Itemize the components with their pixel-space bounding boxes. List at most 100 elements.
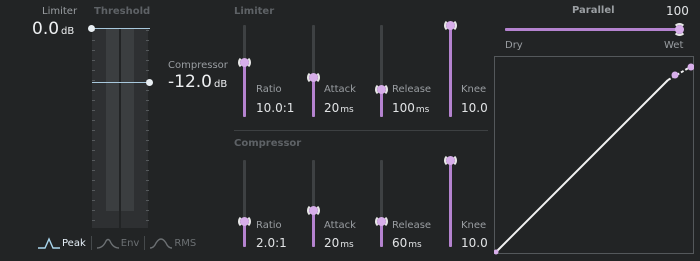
slider-value[interactable]: 60ms — [392, 236, 422, 250]
meter-tick — [92, 210, 95, 211]
meter-tick — [92, 170, 95, 171]
mode-env-label: Env — [120, 237, 140, 249]
transfer-curve-line — [494, 79, 669, 254]
limiter-threshold-label: Limiter — [42, 6, 78, 17]
limiter-threshold-value[interactable]: 0.0 dB — [32, 19, 74, 39]
meter-tick — [146, 170, 149, 171]
mode-peak-button[interactable]: Peak — [38, 237, 86, 249]
meter-tick — [146, 160, 149, 161]
limiter-threshold-number: 0.0 — [32, 19, 60, 39]
slider-value-number: 100 — [392, 101, 415, 115]
slider-value-unit: ms — [415, 105, 430, 115]
meter-tick — [146, 60, 149, 61]
compressor-section-title: Compressor — [234, 138, 302, 149]
slider-fill — [449, 25, 452, 117]
compressor-threshold-number: -12.0 — [168, 72, 212, 92]
slider-label: Ratio — [256, 220, 282, 231]
compressor-threshold-value[interactable]: -12.0 dB — [168, 72, 227, 92]
slider-value-number: 10.0 — [461, 101, 488, 115]
meter-tick — [146, 190, 149, 191]
slider-value-number: 10.0 — [461, 236, 488, 250]
slider-value[interactable]: 20ms — [324, 101, 354, 115]
meter-tick — [146, 50, 149, 51]
slider-handle[interactable] — [240, 216, 249, 226]
meter-tick — [146, 90, 149, 91]
meter-tick — [92, 160, 95, 161]
meter-tick — [146, 110, 149, 111]
meter-tick — [92, 70, 95, 71]
slider-fill — [449, 160, 452, 247]
slider-value[interactable]: 10.0:1 — [256, 101, 294, 115]
compressor-threshold-unit: dB — [214, 79, 228, 90]
slider-fill — [243, 61, 246, 117]
limiter-threshold-handle[interactable] — [88, 25, 95, 32]
meter-tick — [146, 120, 149, 121]
meter-tick — [146, 70, 149, 71]
compressor-threshold-label: Compressor — [168, 60, 228, 71]
meter-tick — [146, 150, 149, 151]
meter-tick — [146, 210, 149, 211]
slider-label: Knee — [461, 220, 487, 231]
meter-tick — [92, 110, 95, 111]
parallel-dry-label: Dry — [505, 40, 523, 51]
mode-rms-button[interactable]: RMS — [150, 237, 196, 249]
slider-label: Release — [392, 220, 432, 231]
slider-label: Release — [392, 84, 432, 95]
meter-tick — [92, 150, 95, 151]
parallel-handle[interactable] — [675, 25, 684, 34]
slider-handle[interactable] — [309, 205, 318, 215]
meter-tick — [92, 60, 95, 61]
slider-value-number: 20 — [324, 236, 340, 250]
meter-tick — [146, 140, 149, 141]
envelope-icon — [96, 238, 119, 249]
meter-tick — [146, 100, 149, 101]
mode-rms-label: RMS — [174, 237, 197, 249]
meter-tick — [92, 90, 95, 91]
meter-tick — [146, 40, 149, 41]
meter-tick — [92, 220, 95, 221]
parallel-value: 100 — [666, 4, 689, 18]
slider-handle[interactable] — [446, 21, 455, 30]
rms-icon — [150, 238, 173, 249]
section-divider — [234, 130, 488, 131]
meter-tick — [92, 120, 95, 121]
meter-tick — [146, 180, 149, 181]
meter-right-level — [121, 28, 134, 211]
slider-handle[interactable] — [240, 57, 249, 67]
meter-left-level — [106, 28, 119, 211]
compressor-threshold-handle[interactable] — [146, 79, 153, 86]
slider-value-unit: ms — [408, 240, 422, 250]
limiter-section-title: Limiter — [234, 6, 275, 17]
slider-value-number: 60 — [392, 236, 408, 250]
meter-tick — [92, 80, 95, 81]
meter-tick — [92, 50, 95, 51]
compressor-threshold-line[interactable] — [92, 82, 150, 83]
slider-label: Attack — [324, 220, 356, 231]
slider-value[interactable]: 2.0:1 — [256, 236, 287, 250]
slider-label: Ratio — [256, 84, 282, 95]
meter-tick — [146, 30, 149, 31]
mode-env-button[interactable]: Env — [96, 237, 140, 249]
slider-handle[interactable] — [446, 156, 455, 165]
meter-tick — [92, 200, 95, 201]
mode-peak-label: Peak — [62, 237, 86, 249]
meter-tick — [146, 220, 149, 221]
limiter-knee-point[interactable] — [687, 63, 695, 71]
meter-tick — [146, 130, 149, 131]
mode-divider — [144, 236, 146, 250]
limiter-threshold-unit: dB — [61, 26, 75, 37]
parallel-fill — [505, 28, 679, 31]
slider-value-number: 2.0:1 — [256, 236, 287, 250]
slider-value[interactable]: 100ms — [392, 101, 429, 115]
slider-value[interactable]: 10.0 — [461, 101, 488, 115]
limiter-threshold-line[interactable] — [92, 28, 150, 29]
compressor-knee-point[interactable] — [671, 71, 679, 79]
slider-value[interactable]: 10.0 — [461, 236, 488, 250]
meter-tick — [92, 40, 95, 41]
slider-value-unit: ms — [340, 240, 354, 250]
slider-value[interactable]: 20ms — [324, 236, 354, 250]
meter-tick — [146, 200, 149, 201]
slider-label: Knee — [461, 84, 487, 95]
slider-handle[interactable] — [377, 216, 386, 226]
slider-value-number: 20 — [324, 101, 340, 115]
